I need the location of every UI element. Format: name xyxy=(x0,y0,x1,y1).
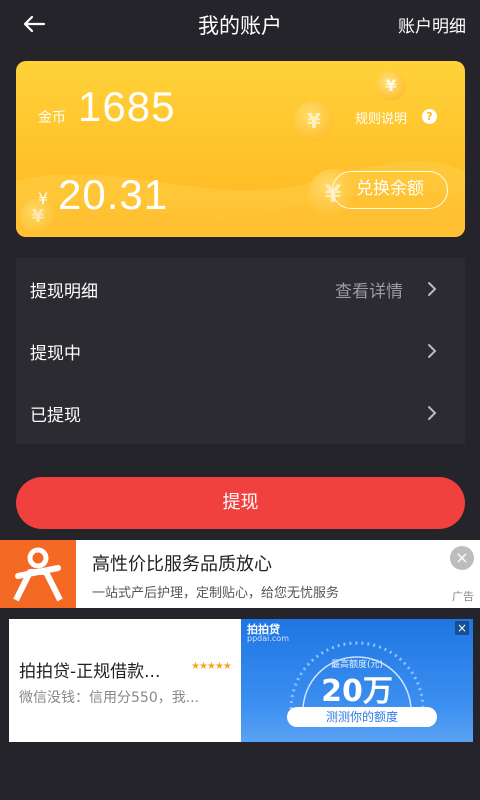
ad-subtitle: 微信没钱：信用分550，我... xyxy=(19,690,200,706)
header: 我的账户 账户明细 xyxy=(0,0,480,48)
ad-close-icon[interactable]: × xyxy=(455,621,469,635)
menu-item-label: 提现明细 xyxy=(30,282,98,302)
cash-balance: 20.31 xyxy=(58,171,169,218)
menu-item-withdraw-detail[interactable]: 提现明细 查看详情 xyxy=(16,258,465,320)
ad-title: 拍拍贷-正规借款... xyxy=(19,662,161,682)
ad-brand-url: ppdai.com xyxy=(247,634,289,643)
limit-amount: 20万 xyxy=(321,674,393,709)
ad-banner-loan[interactable]: 拍拍贷-正规借款... ★★★★★ 微信没钱：信用分550，我... 拍拍贷 p… xyxy=(9,619,473,742)
chevron-right-icon xyxy=(428,344,437,358)
ad-image: 拍拍贷 ppdai.com × 最高额度(元) 20万 测测你的额度 xyxy=(241,619,473,742)
withdraw-button[interactable]: 提现 xyxy=(16,477,465,529)
rules-link[interactable]: 规则说明 xyxy=(355,108,407,127)
coin-decoration-icon: ¥ xyxy=(294,101,334,141)
ad-tag: 广告 xyxy=(452,590,474,603)
coin-decoration-icon: ¥ xyxy=(376,71,406,101)
menu-item-withdrawn[interactable]: 已提现 xyxy=(16,382,465,444)
ad-title: 高性价比服务品质放心 xyxy=(92,554,272,575)
balance-card: ¥ ¥ ¥ ¥ 金币 1685 规则说明 ? ¥ 20.31 兑换余额 xyxy=(16,61,465,237)
chevron-right-icon xyxy=(428,406,437,420)
menu-item-label: 已提现 xyxy=(30,406,81,426)
view-details-text: 查看详情 xyxy=(335,282,403,302)
ad-banner-care[interactable]: 高性价比服务品质放心 一站式产后护理，定制贴心，给您无忧服务 × 广告 xyxy=(0,540,480,608)
help-icon[interactable]: ? xyxy=(422,109,437,124)
currency-sign: ¥ xyxy=(38,189,49,208)
coin-balance: 1685 xyxy=(78,83,176,130)
ad-close-icon[interactable]: × xyxy=(450,546,474,570)
chevron-right-icon xyxy=(428,282,437,296)
check-limit-button[interactable]: 测测你的额度 xyxy=(287,707,437,727)
menu-item-withdrawing[interactable]: 提现中 xyxy=(16,320,465,382)
menu-item-label: 提现中 xyxy=(30,344,81,364)
coin-label: 金币 xyxy=(38,110,66,126)
withdraw-menu-list: 提现明细 查看详情 提现中 已提现 xyxy=(16,258,465,444)
ad-logo xyxy=(0,540,76,608)
rating-stars-icon: ★★★★★ xyxy=(191,661,232,672)
account-detail-link[interactable]: 账户明细 xyxy=(398,12,466,37)
person-logo-icon xyxy=(13,547,63,602)
exchange-balance-button[interactable]: 兑换余额 xyxy=(332,171,448,209)
ad-subtitle: 一站式产后护理，定制贴心，给您无忧服务 xyxy=(92,586,340,601)
